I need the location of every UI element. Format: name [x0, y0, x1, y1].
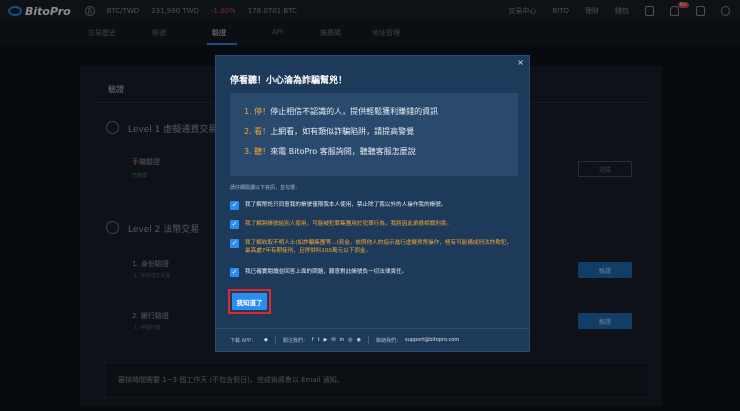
contact-us-label: 聯絡我們： — [376, 337, 402, 344]
tip-2-text: 上網看，如有類似詐騙陷阱，請提高警覺 — [270, 127, 415, 136]
agreement-checkbox-4[interactable]: ✓ — [230, 268, 239, 277]
instagram-icon[interactable]: ◎ — [348, 337, 352, 343]
tip-3-lead: 3. 聽！ — [244, 147, 271, 156]
tip-2-lead: 2. 看！ — [244, 127, 271, 136]
support-email-link[interactable]: support@bitopro.com — [405, 337, 459, 343]
confirm-highlight: 我知道了 — [228, 289, 271, 314]
tip-3-text: 來電 BitoPro 客服詢問，聽聽客服怎麼說 — [270, 147, 416, 156]
footer-separator — [368, 336, 370, 344]
email-icon[interactable]: ✉ — [332, 337, 336, 343]
footer-separator — [274, 336, 276, 344]
follow-us-label: 關注我們： — [282, 337, 308, 344]
agreement-text-2: 我了解將帳號給別人使用，可能被犯罪集團用於犯罪行為，我將因此承擔相關刑責。 — [245, 221, 452, 227]
agreement-checkbox-2[interactable]: ✓ — [230, 220, 239, 229]
modal-title: 停看聽！小心淪為詐騙幫兇！ — [230, 76, 348, 86]
github-icon[interactable]: ◉ — [357, 337, 361, 343]
agreement-text-1: 我了解幣託只同意我的帳號僅限我本人使用，禁止除了我以外的人操作我的帳號。 — [245, 202, 447, 208]
youtube-icon[interactable]: ▶ — [324, 337, 328, 343]
agreement-item-1: ✓ 我了解幣託只同意我的帳號僅限我本人使用，禁止除了我以外的人操作我的帳號。 — [230, 201, 517, 210]
facebook-icon[interactable]: f — [312, 337, 314, 343]
agreement-item-4: ✓ 我已確實閱讀並回答上面的問題，願意對此帳號負一切法律責任。 — [230, 268, 517, 277]
android-icon[interactable]: ◆ — [264, 337, 268, 343]
close-icon[interactable]: × — [517, 58, 524, 67]
agreement-item-2: ✓ 我了解將帳號給別人使用，可能被犯罪集團用於犯罪行為，我將因此承擔相關刑責。 — [230, 220, 517, 229]
read-prompt: 請仔細閱讀以下資訊，並勾選： — [230, 185, 301, 191]
twitter-icon[interactable]: t — [318, 337, 320, 343]
confirm-button[interactable]: 我知道了 — [232, 293, 267, 310]
tip-3: 3. 聽！來電 BitoPro 客服詢問，聽聽客服怎麼說 — [244, 146, 416, 157]
agreement-checkbox-1[interactable]: ✓ — [230, 201, 239, 210]
agreement-item-3: ✓ 我了解收取不明人士(如詐騙集團等...)資金，依照他人的指示進行虛擬貨幣操作… — [230, 239, 517, 255]
download-app-label: 下載 APP： — [230, 337, 257, 344]
agreement-text-4: 我已確實閱讀並回答上面的問題，願意對此帳號負一切法律責任。 — [245, 269, 408, 275]
tip-1-lead: 1. 停！ — [244, 107, 271, 116]
fraud-warning-modal: × 停看聽！小心淪為詐騙幫兇！ 1. 停！停止相信不認識的人，提供輕鬆獲利賺錢的… — [215, 55, 530, 352]
tip-1: 1. 停！停止相信不認識的人，提供輕鬆獲利賺錢的資訊 — [244, 106, 438, 117]
tip-1-text: 停止相信不認識的人，提供輕鬆獲利賺錢的資訊 — [270, 107, 439, 116]
modal-footer: 下載 APP： ◆ 關注我們： f t ▶ ✉ in ◎ ◉ 聯絡我們： sup… — [216, 328, 529, 351]
agreement-checkbox-3[interactable]: ✓ — [230, 239, 239, 248]
linkedin-icon[interactable]: in — [340, 337, 345, 343]
agreement-text-3: 我了解收取不明人士(如詐騙集團等...)資金，依照他人的指示進行虛擬貨幣操作，極… — [245, 240, 513, 254]
tip-2: 2. 看！上網看，如有類似詐騙陷阱，請提高警覺 — [244, 126, 414, 137]
